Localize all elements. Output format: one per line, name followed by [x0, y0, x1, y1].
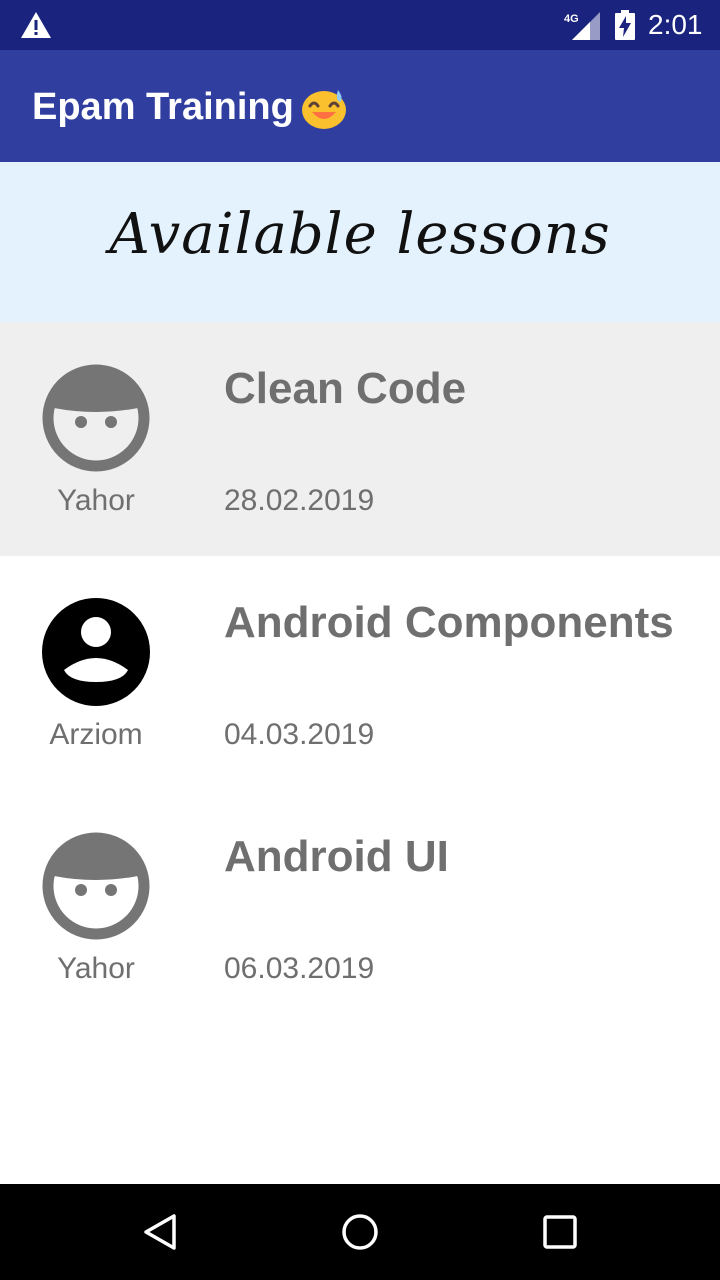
boy-face-icon	[42, 832, 150, 940]
signal-icon: 4G	[564, 12, 600, 40]
lessons-banner: Available lessons	[0, 162, 720, 322]
grinning-sweat-emoji-icon	[302, 90, 346, 129]
clock: 2:01	[648, 9, 703, 40]
lesson-date: 04.03.2019	[224, 718, 375, 751]
lesson-author: Yahor	[57, 484, 135, 517]
lesson-author: Yahor	[57, 952, 135, 985]
battery-charging-icon	[615, 10, 635, 40]
app-title: Epam Training	[32, 86, 294, 128]
lesson-author: Arziom	[49, 718, 143, 751]
status-bar: 4G 2:01	[0, 0, 720, 50]
recents-icon[interactable]	[540, 1212, 580, 1252]
app-bar: Epam Training	[0, 50, 720, 162]
lesson-item-android-components[interactable]: Arziom Android Components 04.03.2019	[0, 556, 720, 790]
warning-icon	[21, 12, 51, 38]
home-icon[interactable]	[340, 1212, 380, 1252]
lesson-item-clean-code[interactable]: Yahor Clean Code 28.02.2019	[0, 322, 720, 556]
network-type-label: 4G	[564, 13, 579, 25]
boy-face-icon	[42, 364, 150, 472]
lesson-date: 06.03.2019	[224, 952, 375, 985]
lesson-title: Android Components	[224, 598, 674, 647]
banner-heading: Available lessons	[109, 202, 611, 267]
account-circle-icon	[42, 598, 150, 706]
lesson-item-android-ui[interactable]: Yahor Android UI 06.03.2019	[0, 790, 720, 1024]
back-icon[interactable]	[140, 1212, 180, 1252]
lesson-date: 28.02.2019	[224, 484, 375, 517]
lesson-title: Android UI	[224, 832, 449, 881]
system-nav-bar	[0, 1184, 720, 1280]
lesson-title: Clean Code	[224, 364, 467, 413]
